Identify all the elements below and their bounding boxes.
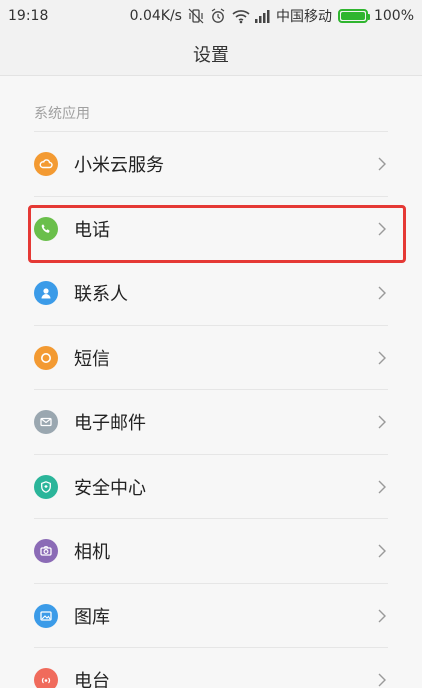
chevron-right-icon [376, 671, 388, 688]
status-time: 19:18 [8, 8, 49, 24]
phone-icon [34, 216, 58, 241]
battery-fill [340, 12, 365, 20]
status-right: 0.04K/s 中国移动 100% [130, 6, 414, 26]
settings-item-mi-cloud[interactable]: 小米云服务 [0, 132, 422, 197]
settings-item-label: 小米云服务 [74, 155, 164, 177]
battery-icon [337, 9, 370, 23]
mail-icon [34, 410, 58, 435]
cloud-icon [34, 152, 58, 177]
settings-item-security[interactable]: 安全中心 [0, 455, 422, 520]
chevron-right-icon [376, 607, 388, 625]
chevron-right-icon [376, 284, 388, 302]
network-speed: 0.04K/s [129, 8, 182, 24]
settings-item-email[interactable]: 电子邮件 [0, 390, 422, 455]
settings-item-label: 相机 [74, 542, 110, 564]
chevron-right-icon [376, 478, 388, 496]
chevron-right-icon [376, 220, 388, 238]
chevron-right-icon [376, 413, 388, 431]
carrier-name: 中国移动 [275, 9, 332, 25]
page-title: 设置 [0, 32, 422, 76]
settings-item-label: 电话 [74, 219, 110, 241]
gallery-icon [34, 603, 58, 628]
camera-icon [34, 539, 58, 564]
battery-percent: 100% [373, 8, 414, 24]
settings-item-label: 安全中心 [74, 477, 146, 499]
chevron-right-icon [376, 349, 388, 367]
settings-item-label: 短信 [74, 348, 110, 370]
wifi-icon [232, 8, 250, 24]
settings-list: 小米云服务 电话 联系人 短信 电子邮件 安全中心 相机 图库 电台 [0, 132, 422, 688]
settings-item-label: 电子邮件 [74, 413, 146, 435]
alarm-icon [210, 8, 226, 24]
shield-icon [34, 474, 58, 499]
settings-item-contacts[interactable]: 联系人 [0, 261, 422, 326]
settings-item-label: 电台 [74, 671, 110, 688]
section-title: 系统应用 [34, 106, 90, 122]
settings-item-phone[interactable]: 电话 [0, 197, 422, 262]
settings-item-gallery[interactable]: 图库 [0, 584, 422, 649]
chevron-right-icon [376, 155, 388, 173]
status-bar: 19:18 0.04K/s 中国移动 100% [0, 0, 422, 32]
radio-icon [34, 668, 58, 688]
person-icon [34, 281, 58, 306]
signal-icon [254, 8, 270, 24]
vibrate-icon [188, 8, 204, 24]
message-icon [34, 345, 58, 370]
settings-item-radio[interactable]: 电台 [0, 648, 422, 688]
settings-item-camera[interactable]: 相机 [0, 519, 422, 584]
settings-item-label: 图库 [74, 606, 110, 628]
settings-item-label: 联系人 [74, 284, 128, 306]
settings-item-messages[interactable]: 短信 [0, 326, 422, 391]
chevron-right-icon [376, 542, 388, 560]
